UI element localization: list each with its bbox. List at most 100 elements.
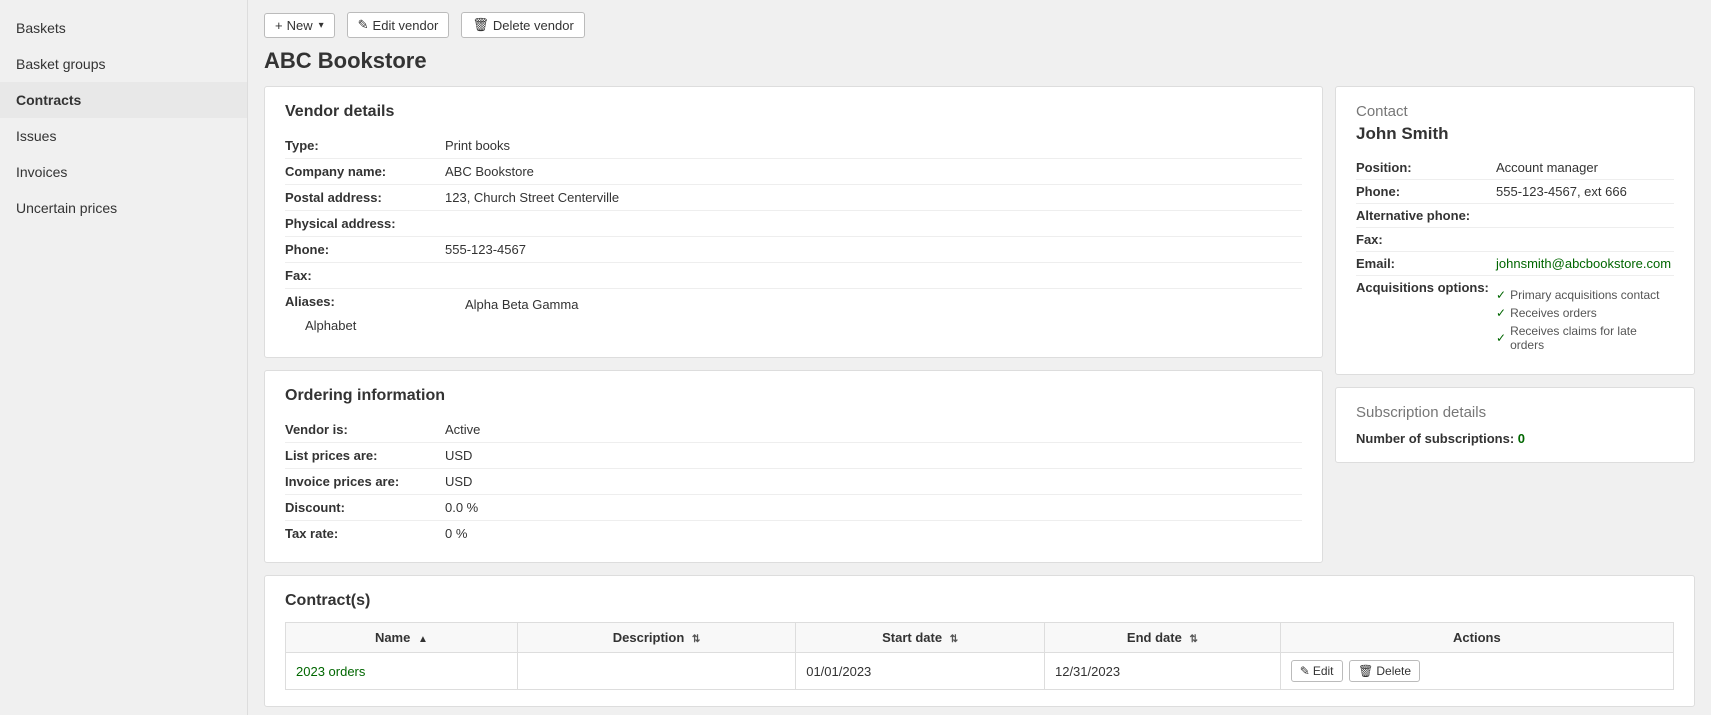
col-actions: Actions [1280,623,1673,653]
type-value: Print books [445,138,1302,153]
ordering-info-title: Ordering information [285,387,1302,405]
sort-end-date-icon: ⇅ [1189,634,1197,645]
contract-description-cell [517,653,795,690]
pencil-icon: ✎ [358,17,369,33]
type-label: Type: [285,138,445,153]
col-end-date-label: End date [1127,630,1182,645]
fax-row: Fax: [285,263,1302,289]
tax-rate-label: Tax rate: [285,526,445,541]
contact-name: John Smith [1356,124,1674,144]
type-row: Type: Print books [285,133,1302,159]
email-label: Email: [1356,256,1496,271]
acq-option-1-label: Primary acquisitions contact [1510,288,1659,302]
col-actions-label: Actions [1453,630,1501,645]
table-row: 2023 orders 01/01/2023 12/31/2023 ✎ Edit… [286,653,1674,690]
new-button[interactable]: + New ▾ [264,13,335,38]
col-name[interactable]: Name ▲ [286,623,518,653]
sidebar-item-uncertain-prices[interactable]: Uncertain prices [0,190,247,226]
acq-option-2: ✓ Receives orders [1496,304,1674,322]
vendor-details-card: Vendor details Type: Print books Company… [264,86,1323,358]
check-icon-1: ✓ [1496,288,1506,302]
col-name-label: Name [375,630,410,645]
edit-vendor-button[interactable]: ✎ Edit vendor [347,12,450,38]
acq-option-3: ✓ Receives claims for late orders [1496,322,1674,354]
edit-vendor-label: Edit vendor [373,18,439,33]
sidebar-item-invoices[interactable]: Invoices [0,154,247,190]
acq-option-2-label: Receives orders [1510,306,1597,320]
edit-pencil-icon: ✎ [1300,664,1310,678]
aliases-row: Aliases: Alpha Beta Gamma Alphabet [285,289,1302,341]
new-button-label: New [287,18,313,33]
company-name-row: Company name: ABC Bookstore [285,159,1302,185]
check-icon-3: ✓ [1496,331,1506,345]
email-row: Email: johnsmith@abcbookstore.com [1356,252,1674,276]
plus-icon: + [275,18,283,33]
phone-row: Phone: 555-123-4567 [285,237,1302,263]
contract-end-date-cell: 12/31/2023 [1044,653,1280,690]
tax-rate-value: 0 % [445,526,1302,541]
delete-trash-icon: 🗑 [1358,664,1373,678]
list-prices-label: List prices are: [285,448,445,463]
acq-options-row: Acquisitions options: ✓ Primary acquisit… [1356,276,1674,358]
postal-address-row: Postal address: 123, Church Street Cente… [285,185,1302,211]
phone-value: 555-123-4567 [445,242,1302,257]
contact-card: Contact John Smith Position: Account man… [1335,86,1695,375]
contract-edit-button[interactable]: ✎ Edit [1291,660,1343,682]
postal-address-label: Postal address: [285,190,445,205]
contact-fax-row: Fax: [1356,228,1674,252]
check-icon-2: ✓ [1496,306,1506,320]
contact-phone-value: 555-123-4567, ext 666 [1496,184,1674,199]
subscription-count: Number of subscriptions: 0 [1356,431,1674,446]
contract-name-cell: 2023 orders [286,653,518,690]
fax-label: Fax: [285,268,445,283]
discount-value: 0.0 % [445,500,1302,515]
delete-button-label: Delete [1376,664,1411,678]
edit-button-label: Edit [1313,664,1334,678]
position-row: Position: Account manager [1356,156,1674,180]
col-end-date[interactable]: End date ⇅ [1044,623,1280,653]
subscription-count-value: 0 [1518,431,1525,446]
sidebar: Baskets Basket groups Contracts Issues I… [0,0,248,715]
aliases-label: Aliases: [285,294,445,309]
vendor-details-title: Vendor details [285,103,1302,121]
delete-vendor-label: Delete vendor [493,18,574,33]
contract-delete-button[interactable]: 🗑 Delete [1349,660,1420,682]
col-start-date[interactable]: Start date ⇅ [796,623,1045,653]
right-panel: Contact John Smith Position: Account man… [1335,86,1695,563]
company-name-value: ABC Bookstore [445,164,1302,179]
sort-description-icon: ⇅ [692,634,700,645]
alt-phone-row: Alternative phone: [1356,204,1674,228]
discount-row: Discount: 0.0 % [285,495,1302,521]
table-header-row: Name ▲ Description ⇅ Start date ⇅ End [286,623,1674,653]
list-prices-row: List prices are: USD [285,443,1302,469]
sort-name-icon: ▲ [418,634,428,645]
col-start-date-label: Start date [882,630,942,645]
sidebar-item-issues[interactable]: Issues [0,118,247,154]
acq-option-3-label: Receives claims for late orders [1510,324,1674,352]
alt-phone-label: Alternative phone: [1356,208,1496,223]
email-value[interactable]: johnsmith@abcbookstore.com [1496,256,1674,271]
page-title: ABC Bookstore [264,48,1695,74]
discount-label: Discount: [285,500,445,515]
physical-address-row: Physical address: [285,211,1302,237]
content-grid: Vendor details Type: Print books Company… [264,86,1695,707]
acq-options-label: Acquisitions options: [1356,280,1496,295]
sidebar-item-basket-groups[interactable]: Basket groups [0,46,247,82]
sidebar-item-baskets[interactable]: Baskets [0,10,247,46]
left-column: Vendor details Type: Print books Company… [264,86,1323,563]
col-description-label: Description [613,630,685,645]
alias-1: Alpha Beta Gamma [445,294,1302,315]
acq-option-1: ✓ Primary acquisitions contact [1496,286,1674,304]
main-content: + New ▾ ✎ Edit vendor 🗑 Delete vendor AB… [248,0,1711,715]
contracts-title: Contract(s) [285,592,1674,610]
delete-vendor-button[interactable]: 🗑 Delete vendor [461,12,584,38]
contract-actions-cell: ✎ Edit 🗑 Delete [1280,653,1673,690]
contract-name-link[interactable]: 2023 orders [296,664,365,679]
company-name-label: Company name: [285,164,445,179]
col-description[interactable]: Description ⇅ [517,623,795,653]
sidebar-item-contracts[interactable]: Contracts [0,82,247,118]
vendor-is-row: Vendor is: Active [285,417,1302,443]
position-value: Account manager [1496,160,1674,175]
list-prices-value: USD [445,448,1302,463]
sort-start-date-icon: ⇅ [950,634,958,645]
